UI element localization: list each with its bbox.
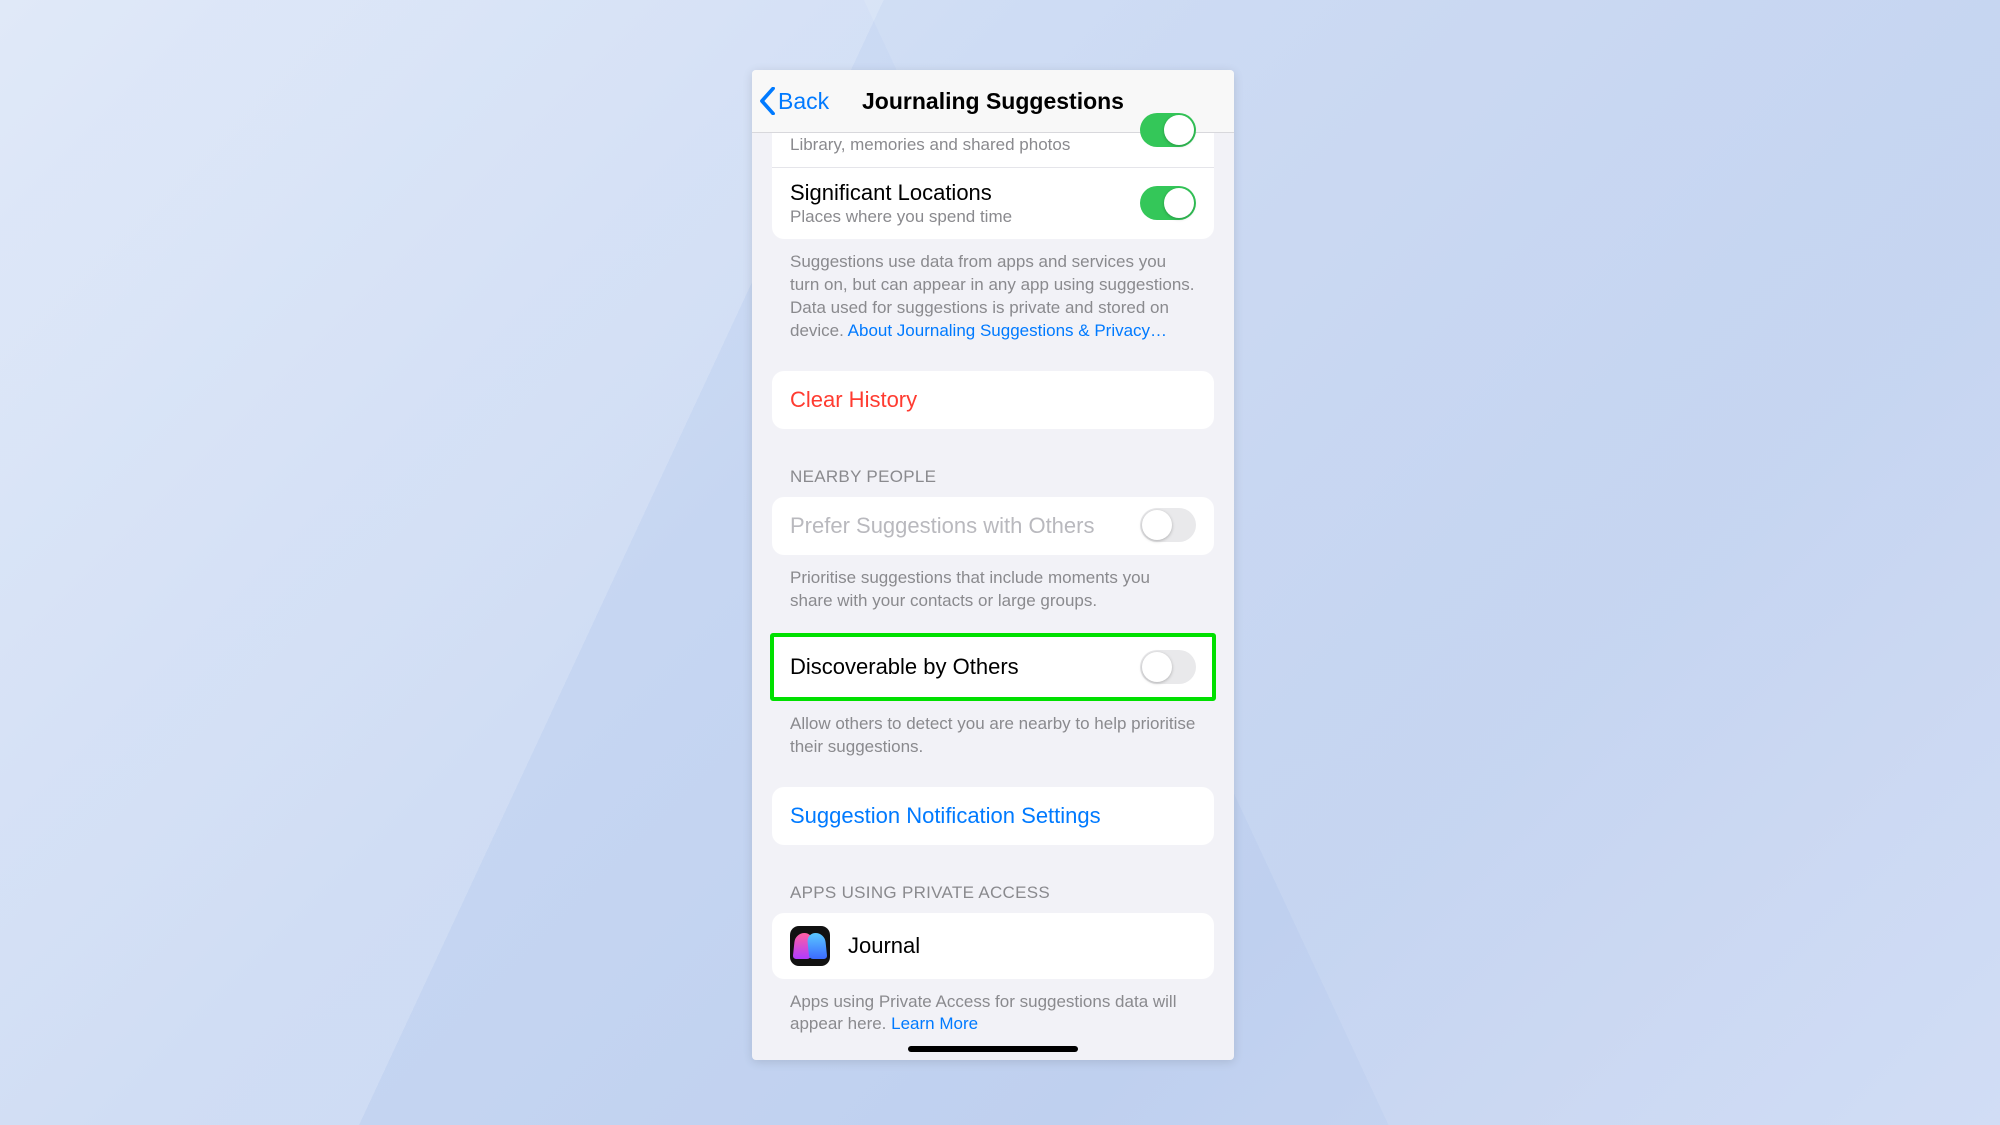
discoverable-highlight: Discoverable by Others (770, 633, 1216, 701)
row-title: Significant Locations (790, 179, 1140, 207)
journal-app-icon (790, 926, 830, 966)
row-title: Prefer Suggestions with Others (790, 512, 1140, 540)
privacy-link[interactable]: About Journaling Suggestions & Privacy… (848, 321, 1167, 340)
photos-toggle[interactable] (1140, 113, 1196, 147)
clear-history-button[interactable]: Clear History (772, 371, 1214, 429)
back-button[interactable]: Back (759, 87, 829, 115)
row-title: Discoverable by Others (790, 653, 1140, 681)
learn-more-link[interactable]: Learn More (891, 1014, 978, 1033)
row-subtitle: Places where you spend time (790, 207, 1140, 227)
chevron-left-icon (759, 87, 776, 115)
discoverable-footer: Allow others to detect you are nearby to… (790, 713, 1196, 759)
prefer-suggestions-group: Prefer Suggestions with Others (772, 497, 1214, 555)
page-title: Journaling Suggestions (862, 88, 1124, 115)
significant-locations-row[interactable]: Significant Locations Places where you s… (772, 167, 1214, 240)
nearby-people-header: NEARBY PEOPLE (790, 467, 1196, 487)
footer-text: Apps using Private Access for suggestion… (790, 992, 1176, 1034)
data-sources-footer: Suggestions use data from apps and servi… (790, 251, 1196, 343)
locations-toggle[interactable] (1140, 186, 1196, 220)
app-name: Journal (848, 933, 920, 959)
private-access-header: APPS USING PRIVATE ACCESS (790, 883, 1196, 903)
private-access-apps-group: Journal (772, 913, 1214, 979)
prefer-suggestions-footer: Prioritise suggestions that include mome… (790, 567, 1196, 613)
home-indicator[interactable] (908, 1046, 1078, 1052)
settings-content: Photos Library, memories and shared phot… (752, 95, 1234, 1060)
app-row-journal[interactable]: Journal (772, 913, 1214, 979)
notification-settings-button[interactable]: Suggestion Notification Settings (772, 787, 1214, 845)
discoverable-toggle[interactable] (1140, 650, 1196, 684)
prefer-suggestions-row: Prefer Suggestions with Others (772, 497, 1214, 555)
discoverable-row[interactable]: Discoverable by Others (774, 637, 1212, 697)
private-access-footer: Apps using Private Access for suggestion… (790, 991, 1196, 1037)
back-label: Back (778, 88, 829, 115)
row-subtitle: Library, memories and shared photos (790, 135, 1140, 155)
prefer-suggestions-toggle (1140, 508, 1196, 542)
settings-screen: Back Journaling Suggestions Photos Libra… (752, 70, 1234, 1060)
